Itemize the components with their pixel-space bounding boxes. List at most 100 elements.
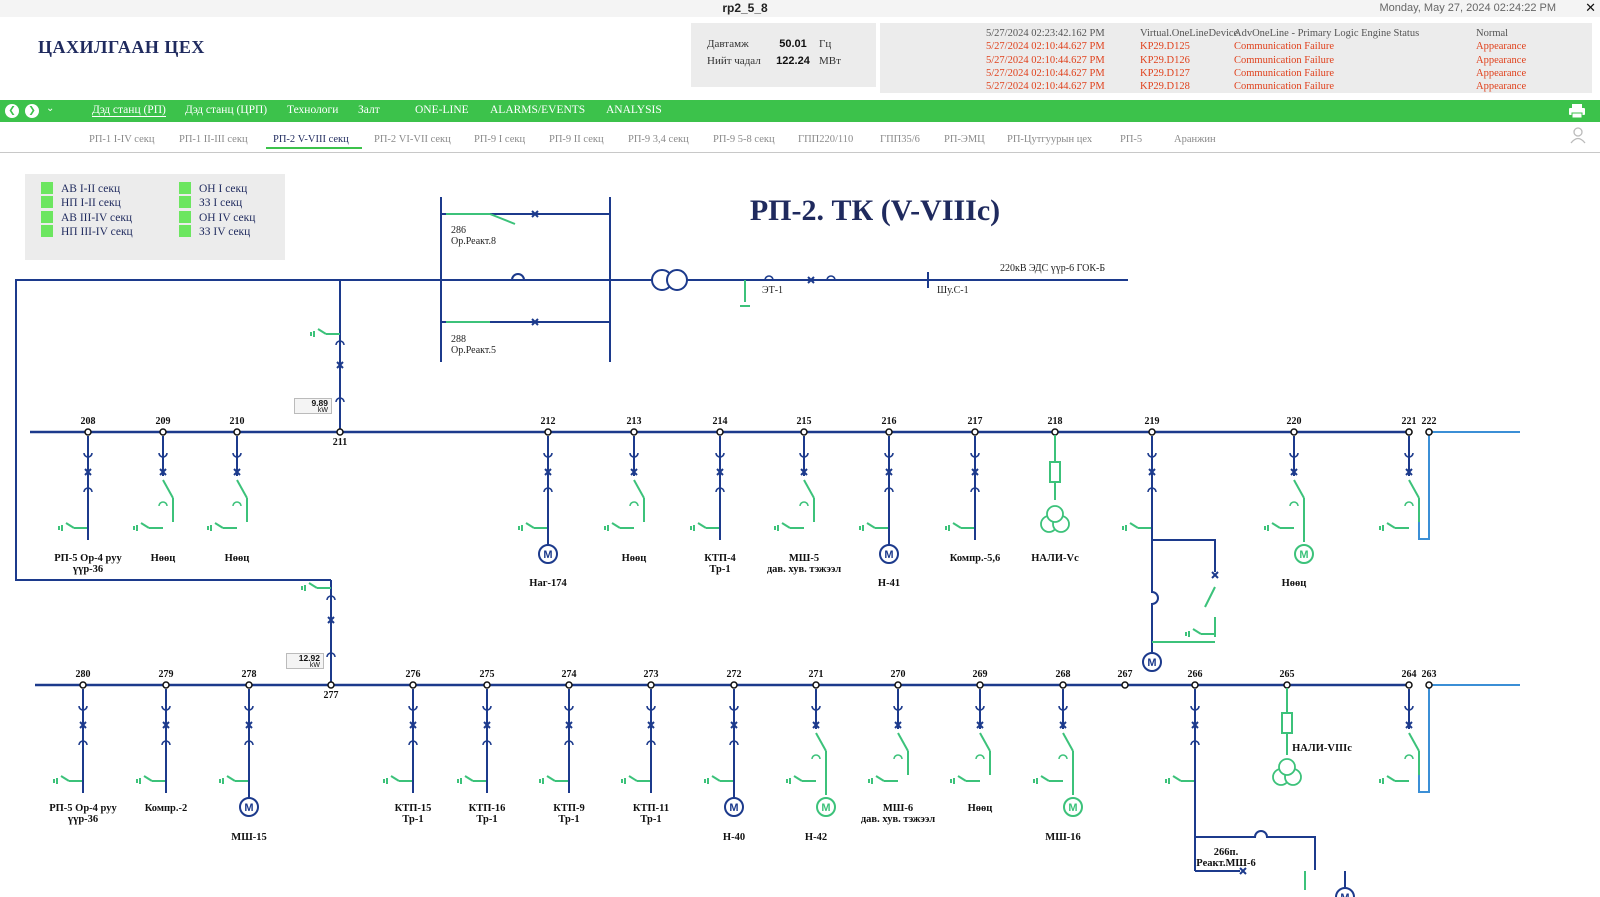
forward-arrow-icon[interactable]: ❯ (25, 104, 39, 118)
feeder-device-label: НАЛИ-VIIIс (1292, 743, 1352, 754)
measurements-panel: Давтамж 50.01 Гц Нийт чадал 122.24 МВт (691, 23, 876, 87)
alarm-row[interactable]: 5/27/2024 02:10:44.627 PM KP29.D127 Commun… (986, 68, 1586, 81)
feeder-number-label: 269 (972, 669, 988, 680)
feeder-number-label: 277 (323, 690, 339, 701)
bus-node-icon (1191, 681, 1199, 689)
bus-node-icon (1405, 681, 1413, 689)
feeder-number-label: 213 (626, 416, 642, 427)
tab-rp9-5-8[interactable]: РП-9 5-8 секц (713, 134, 775, 145)
feeder-device-label: КТП-15 Тр-1 (394, 803, 432, 825)
tab-gpp35-6[interactable]: ГПП35/6 (880, 134, 920, 145)
disconnector-contact-icon (1404, 501, 1414, 507)
disconnector-contact-icon (975, 754, 985, 760)
motor-icon-glyph: M (1068, 802, 1077, 814)
bus-node-icon (162, 681, 170, 689)
feeder-device-label: Наг-174 (529, 578, 567, 589)
disconnector-contact-icon (629, 501, 639, 507)
supply-conductor (15, 279, 341, 581)
nav-item-alarms-events[interactable]: ALARMS/EVENTS (490, 104, 585, 116)
tab-rp1-ii-iii[interactable]: РП-1 II-III секц (179, 134, 248, 145)
motor-icon-glyph: M (884, 549, 893, 561)
feeder-number-label: 222 (1421, 416, 1437, 427)
alarm-summary-panel[interactable]: 5/27/2024 02:23:42.162 PM Virtual.OneLine… (880, 23, 1592, 93)
feeder-number-label: 272 (726, 669, 742, 680)
tab-rp-emc[interactable]: РП-ЭМЦ (944, 134, 985, 145)
motor-icon-glyph: M (821, 802, 830, 814)
user-icon[interactable] (1569, 126, 1587, 144)
section-tie (1418, 685, 1430, 793)
feeder-device-label: Нөөц (621, 553, 647, 564)
alarm-row[interactable]: 5/27/2024 02:10:44.627 PM KP29.D128 Commun… (986, 81, 1586, 93)
screen-tabs: РП-1 I-IV секц РП-1 II-III секц РП-2 V-V… (0, 122, 1600, 153)
bus-node-icon (630, 428, 638, 436)
earth-switch-icon (957, 775, 967, 782)
tab-rp9-i[interactable]: РП-9 I секц (474, 134, 525, 145)
nav-item-one-line[interactable]: ONE-LINE (415, 104, 469, 116)
feeder-number-label: 220 (1286, 416, 1302, 427)
tab-rp9-ii[interactable]: РП-9 II секц (549, 134, 604, 145)
earth-switch-icon (1386, 775, 1396, 782)
feeder-disconnector (162, 479, 174, 499)
feeder-conductor (1151, 540, 1159, 652)
nav-item-substation-crp[interactable]: Дэд станц (ЦРП) (185, 104, 267, 116)
nav-item-zalt[interactable]: Залт (358, 104, 380, 116)
feeder-number-label: 278 (241, 669, 257, 680)
power-readout-lower: 12.92 kW (286, 653, 324, 669)
disconnector-contact-icon (1058, 754, 1068, 760)
earth-switch-icon (525, 522, 535, 529)
feeder-device-label: КТП-4 Тр-1 (704, 553, 736, 575)
feeder-number-label: 273 (643, 669, 659, 680)
bus-node-icon (894, 681, 902, 689)
nav-item-substation-rp[interactable]: Дэд станц (РП) (92, 104, 166, 117)
alarm-state: Appearance (1476, 54, 1527, 66)
feeder-disconnector (1204, 586, 1216, 608)
feeder-disconnector (1408, 479, 1420, 499)
frequency-row: Давтамж 50.01 Гц (691, 38, 876, 54)
feeder-number-label: 276 (405, 669, 421, 680)
close-icon[interactable]: ✕ (1585, 0, 1596, 16)
feeder-number-label: 268 (1055, 669, 1071, 680)
motor-icon-glyph: M (1147, 657, 1156, 669)
single-line-diagram[interactable]: M M M M M M M M M (0, 152, 1600, 897)
alarm-message: Communication Failure (1234, 67, 1335, 79)
bus-node-icon (1148, 428, 1156, 436)
printer-icon[interactable] (1568, 103, 1586, 119)
earth-switch-icon (214, 522, 224, 529)
bus-node-icon (1283, 681, 1291, 689)
motor-icon-glyph: M (1299, 549, 1308, 561)
bus-node-icon (971, 428, 979, 436)
tab-rp-foundry[interactable]: РП-Цутгуурын цех (1007, 134, 1092, 145)
feeder-device-label: Компр.-5,6 (949, 553, 1001, 564)
alarm-state: Appearance (1476, 67, 1527, 79)
earth-switch-icon (60, 775, 70, 782)
chevron-down-icon[interactable]: ⌄ (46, 103, 54, 114)
feeder-number-label: 209 (155, 416, 171, 427)
alarm-row[interactable]: 5/27/2024 02:23:42.162 PM Virtual.OneLine… (986, 28, 1586, 41)
feeder-number-label: 214 (712, 416, 728, 427)
tab-rp1-i-iv[interactable]: РП-1 I-IV секц (89, 134, 154, 145)
tab-rp9-3-4[interactable]: РП-9 3,4 секц (628, 134, 689, 145)
alarm-state: Normal (1476, 28, 1509, 39)
nav-item-analysis[interactable]: ANALYSIS (606, 104, 662, 116)
tab-aranjin[interactable]: Аранжин (1174, 134, 1216, 145)
alarm-row[interactable]: 5/27/2024 02:10:44.627 PM KP29.D126 Commun… (986, 55, 1586, 68)
alarm-message: Communication Failure (1234, 41, 1335, 53)
tab-rp2-v-viii[interactable]: РП-2 V-VIII секц (273, 134, 349, 145)
feeder-device-label: МШ-5 дав. хув. тэжээл (766, 553, 842, 575)
alarm-row[interactable]: 5/27/2024 02:10:44.627 PM KP29.D125 Commun… (986, 41, 1586, 54)
feeder-disconnector (803, 479, 815, 499)
tab-rp2-vi-vii[interactable]: РП-2 VI-VII секц (374, 134, 451, 145)
alarm-message: AdvOneLine - Primary Logic Engine Status (1234, 28, 1420, 39)
motor-icon-glyph: M (1340, 892, 1349, 897)
back-arrow-icon[interactable]: ❮ (5, 104, 19, 118)
tab-gpp220-110[interactable]: ГПП220/110 (798, 134, 853, 145)
nav-item-technology[interactable]: Технологи (287, 104, 338, 116)
feeder-number-label: 217 (967, 416, 983, 427)
feeder-conductor (1152, 539, 1216, 572)
feeder-number-label: 210 (229, 416, 245, 427)
alarm-source: KP29.D125 (1140, 41, 1190, 53)
earth-switch-icon (781, 522, 791, 529)
tab-rp5[interactable]: РП-5 (1120, 134, 1142, 145)
motor-icon-glyph: M (244, 802, 253, 814)
earth-switch-icon (697, 522, 707, 529)
